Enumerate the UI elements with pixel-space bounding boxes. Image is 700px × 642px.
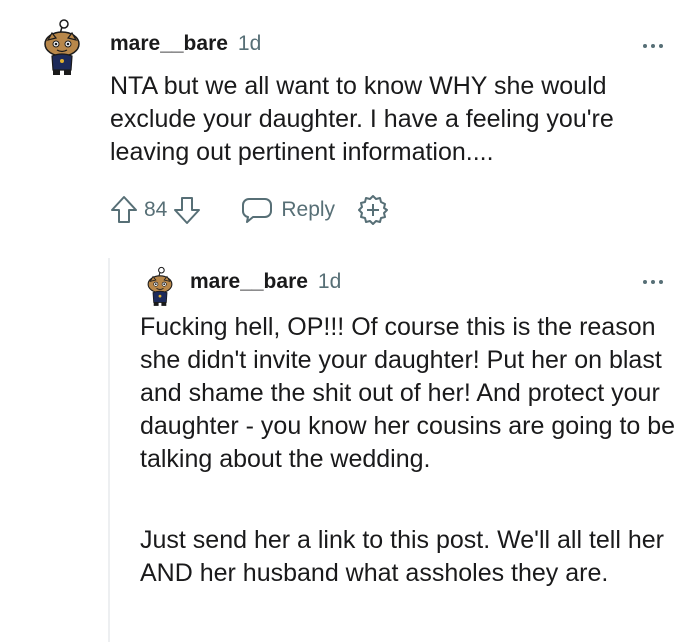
snoo-avatar-icon (147, 266, 173, 306)
more-dot-icon (659, 44, 663, 48)
vote-score: 84 (144, 198, 168, 221)
award-icon (358, 195, 389, 225)
more-dot-icon (643, 44, 647, 48)
comment-bubble-icon (242, 198, 273, 223)
more-dot-icon (659, 280, 663, 284)
username-link[interactable]: mare__bare (110, 32, 228, 56)
comment-paragraph: Just send her a link to this post. We'll… (140, 526, 664, 587)
thread-line[interactable] (108, 258, 110, 642)
more-dot-icon (643, 280, 647, 284)
upvote-button[interactable] (108, 194, 140, 226)
comment-header: mare__bare 1d (110, 32, 261, 56)
comment-timestamp[interactable]: 1d (318, 270, 341, 294)
comment-actions: 84 Reply (108, 194, 389, 226)
comment-paragraph: Fucking hell, OP!!! Of course this is th… (140, 313, 676, 473)
comment-body: NTA but we all want to know WHY she woul… (110, 72, 614, 166)
more-dot-icon (651, 44, 655, 48)
comment-timestamp[interactable]: 1d (238, 32, 261, 56)
avatar[interactable] (38, 18, 86, 78)
snoo-avatar-icon (44, 19, 80, 75)
comment-header: mare__bare 1d (190, 270, 341, 294)
more-options-button[interactable] (643, 44, 663, 48)
reply-label: Reply (281, 198, 336, 221)
more-dot-icon (651, 280, 655, 284)
upvote-arrow-icon (111, 196, 137, 223)
avatar[interactable] (143, 266, 177, 308)
downvote-button[interactable] (171, 194, 203, 226)
award-button[interactable] (357, 194, 389, 226)
downvote-arrow-icon (174, 197, 201, 224)
username-link[interactable]: mare__bare (190, 270, 308, 294)
reply-button[interactable]: Reply (241, 196, 335, 224)
more-options-button[interactable] (643, 280, 663, 284)
